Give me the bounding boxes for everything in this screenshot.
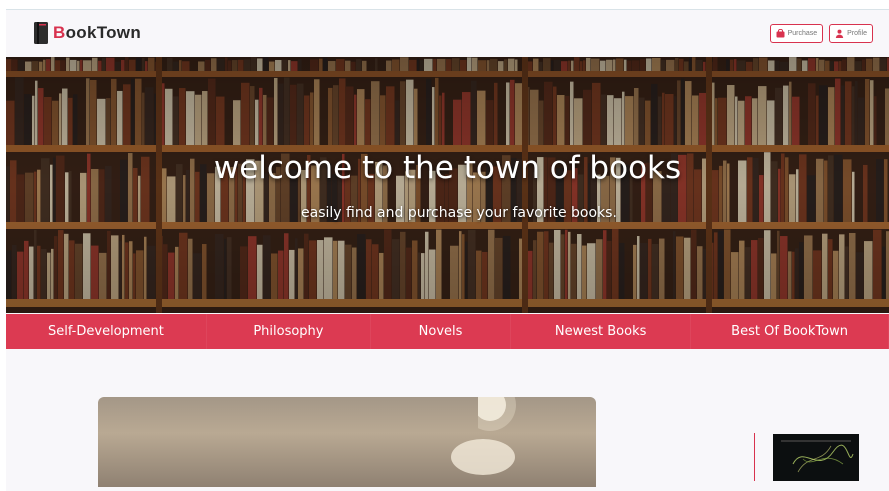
book-icon (33, 21, 49, 45)
purchase-button[interactable]: Purchase (769, 24, 824, 43)
logo-text-initial: B (53, 23, 66, 42)
logo-text: BookTown (53, 23, 141, 43)
nav-item-newest-books[interactable]: Newest Books (511, 314, 692, 349)
profile-button[interactable]: Profile (829, 24, 873, 43)
nav-item-novels[interactable]: Novels (371, 314, 512, 349)
sidebar-divider (754, 433, 755, 481)
hero-title: welcome to the town of books (213, 150, 682, 186)
site-header: BookTown Purchase Profile (6, 10, 889, 57)
nav-item-best-of-booktown[interactable]: Best Of BookTown (691, 314, 889, 349)
nav-item-philosophy[interactable]: Philosophy (207, 314, 371, 349)
header-actions: Purchase Profile (769, 24, 873, 43)
hero-banner: welcome to the town of books easily find… (6, 57, 889, 313)
nav-item-self-development[interactable]: Self-Development (6, 314, 207, 349)
purchase-button-label: Purchase (787, 30, 818, 37)
logo-text-rest: ookTown (65, 23, 142, 42)
bag-icon (776, 29, 785, 38)
category-nav: Self-Development Philosophy Novels Newes… (6, 314, 889, 349)
profile-button-label: Profile (847, 30, 867, 37)
sidebar-thumbnail[interactable] (773, 434, 859, 481)
user-icon (835, 29, 844, 38)
site-logo[interactable]: BookTown (33, 21, 141, 45)
sun-reflection (451, 439, 515, 475)
hero-subtitle: easily find and purchase your favorite b… (301, 205, 617, 221)
abstract-art-image (781, 440, 854, 473)
featured-image[interactable] (98, 397, 596, 487)
